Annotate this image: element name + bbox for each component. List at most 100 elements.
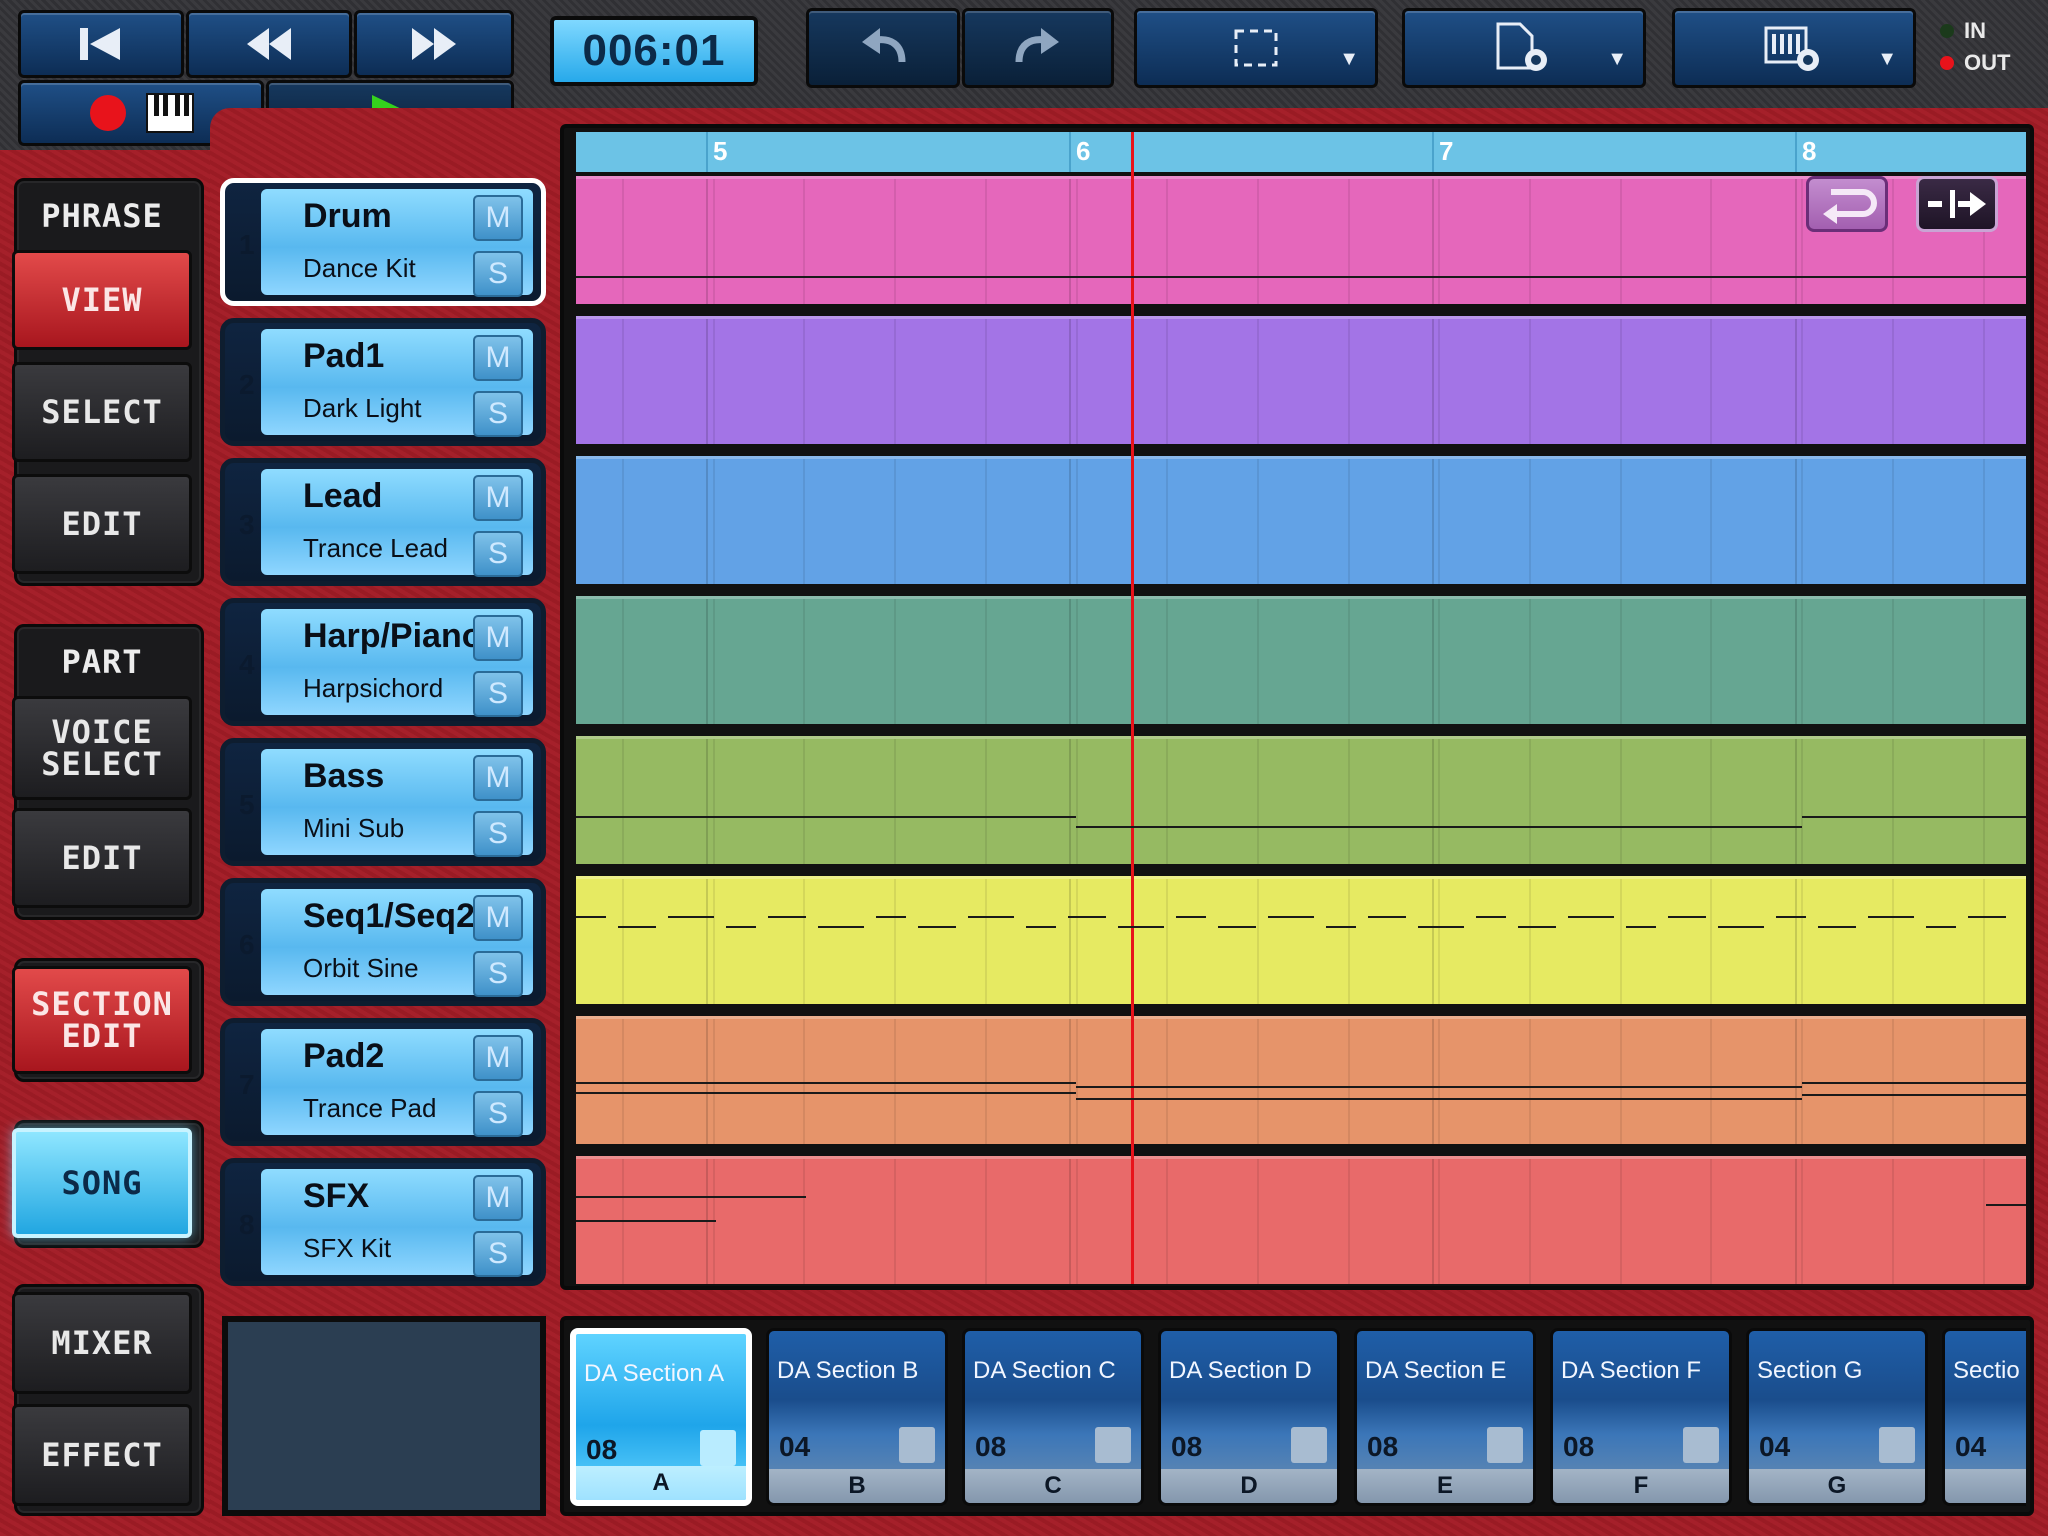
solo-button[interactable]: S (473, 531, 523, 577)
track-7[interactable]: 7 Pad2 Trance Pad M S (220, 1018, 546, 1146)
track-lane-5[interactable] (576, 736, 2026, 864)
grid-line (803, 739, 806, 864)
track-lane-3[interactable] (576, 456, 2026, 584)
song-button[interactable]: SONG (12, 1128, 192, 1238)
fast-forward-button[interactable] (354, 10, 514, 78)
section-name: Section G (1757, 1357, 1863, 1384)
section-pad-7[interactable]: Section G 04 G (1746, 1328, 1928, 1506)
grid-line (1891, 179, 1894, 304)
track-6[interactable]: 6 Seq1/Seq2 Orbit Sine M S (220, 878, 546, 1006)
section-pad-5[interactable]: DA Section E 08 E (1354, 1328, 1536, 1506)
measure-ruler[interactable]: 5 6 7 8 (576, 132, 2026, 172)
track-lane-7[interactable] (576, 1016, 2026, 1144)
undo-button[interactable] (806, 8, 960, 88)
mute-button[interactable]: M (473, 335, 523, 381)
mixer-button[interactable]: MIXER (12, 1292, 192, 1394)
section-pad-2[interactable]: DA Section B 04 B (766, 1328, 948, 1506)
record-icon (90, 95, 126, 131)
solo-button[interactable]: S (473, 1091, 523, 1137)
bar-line (1069, 1159, 1071, 1284)
note-event (1326, 926, 1356, 928)
out-label: OUT (1964, 50, 2011, 75)
loop-button[interactable] (1806, 176, 1888, 232)
mute-button[interactable]: M (473, 1175, 523, 1221)
section-letter: G (1749, 1469, 1925, 1503)
playhead[interactable] (1131, 132, 1134, 1284)
solo-button[interactable]: S (473, 391, 523, 437)
measure-number: 5 (713, 136, 728, 166)
file-settings-button[interactable]: ▼ (1402, 8, 1646, 88)
note-event (1418, 926, 1464, 928)
grid-line (803, 179, 806, 304)
grid-line (622, 179, 624, 304)
section-indicator (1095, 1427, 1131, 1463)
grid-line (1347, 1159, 1350, 1284)
grid-line (1982, 739, 1985, 864)
grid-line (1619, 739, 1622, 864)
grid-line (1891, 459, 1894, 584)
mute-button[interactable]: M (473, 195, 523, 241)
grid-line (894, 879, 897, 1004)
grid-line (894, 599, 897, 724)
part-edit-button[interactable]: EDIT (12, 808, 192, 908)
select-region-button[interactable]: ▼ (1134, 8, 1378, 88)
track-3[interactable]: 3 Lead Trance Lead M S (220, 458, 546, 586)
rewind-button[interactable] (186, 10, 352, 78)
section-length: 08 (586, 1434, 618, 1465)
mute-button[interactable]: M (473, 1035, 523, 1081)
solo-button[interactable]: S (473, 811, 523, 857)
bar-line (1432, 1159, 1434, 1284)
section-edit-button[interactable]: SECTION EDIT (12, 966, 192, 1074)
solo-button[interactable]: S (473, 671, 523, 717)
section-pad-6[interactable]: DA Section F 08 F (1550, 1328, 1732, 1506)
section-pad-1[interactable]: DA Section A 08 A (570, 1328, 752, 1506)
mute-button[interactable]: M (473, 475, 523, 521)
bar-line (1432, 879, 1434, 1004)
view-button[interactable]: VIEW (12, 250, 192, 350)
mute-button[interactable]: M (473, 895, 523, 941)
mute-button[interactable]: M (473, 755, 523, 801)
out-led (1940, 56, 1954, 70)
track-name: Drum (303, 197, 392, 235)
phrase-select-button[interactable]: SELECT (12, 362, 192, 462)
section-length: 08 (1171, 1431, 1203, 1462)
punch-button[interactable] (1916, 176, 1998, 232)
skip-to-start-button[interactable] (18, 10, 184, 78)
solo-button[interactable]: S (473, 951, 523, 997)
track-8[interactable]: 8 SFX SFX Kit M S (220, 1158, 546, 1286)
grid-line (1710, 459, 1713, 584)
device-settings-button[interactable]: ▼ (1672, 8, 1916, 88)
section-pad-8[interactable]: Sectio 04 (1942, 1328, 2026, 1506)
grid-line (1801, 879, 1804, 1004)
track-2[interactable]: 2 Pad1 Dark Light M S (220, 318, 546, 446)
section-pad-3[interactable]: DA Section C 08 C (962, 1328, 1144, 1506)
grid-line (1438, 1159, 1441, 1284)
track-5[interactable]: 5 Bass Mini Sub M S (220, 738, 546, 866)
redo-button[interactable] (962, 8, 1114, 88)
voice-select-button[interactable]: VOICE SELECT (12, 696, 192, 800)
effect-button[interactable]: EFFECT (12, 1404, 192, 1506)
track-lane-2[interactable] (576, 316, 2026, 444)
track-lane-6[interactable] (576, 876, 2026, 1004)
note-event (1568, 916, 1614, 918)
grid-line (1347, 879, 1350, 1004)
solo-button[interactable]: S (473, 251, 523, 297)
grid-line (1347, 739, 1350, 864)
section-name: DA Section D (1169, 1357, 1312, 1384)
loop-icon (1823, 189, 1877, 224)
note-event (1802, 1082, 2026, 1084)
track-lane-8[interactable] (576, 1156, 2026, 1284)
track-1[interactable]: 1 Drum Dance Kit M S (220, 178, 546, 306)
section-name: DA Section A (584, 1360, 725, 1387)
mute-button[interactable]: M (473, 615, 523, 661)
in-led (1940, 24, 1954, 38)
phrase-edit-button[interactable]: EDIT (12, 474, 192, 574)
note-event (1118, 926, 1164, 928)
track-4[interactable]: 4 Harp/Piano Harpsichord M S (220, 598, 546, 726)
section-indicator (1683, 1427, 1719, 1463)
section-length: 04 (779, 1431, 811, 1462)
solo-button[interactable]: S (473, 1231, 523, 1277)
track-lane-4[interactable] (576, 596, 2026, 724)
measure-number: 6 (1076, 136, 1091, 166)
section-pad-4[interactable]: DA Section D 08 D (1158, 1328, 1340, 1506)
